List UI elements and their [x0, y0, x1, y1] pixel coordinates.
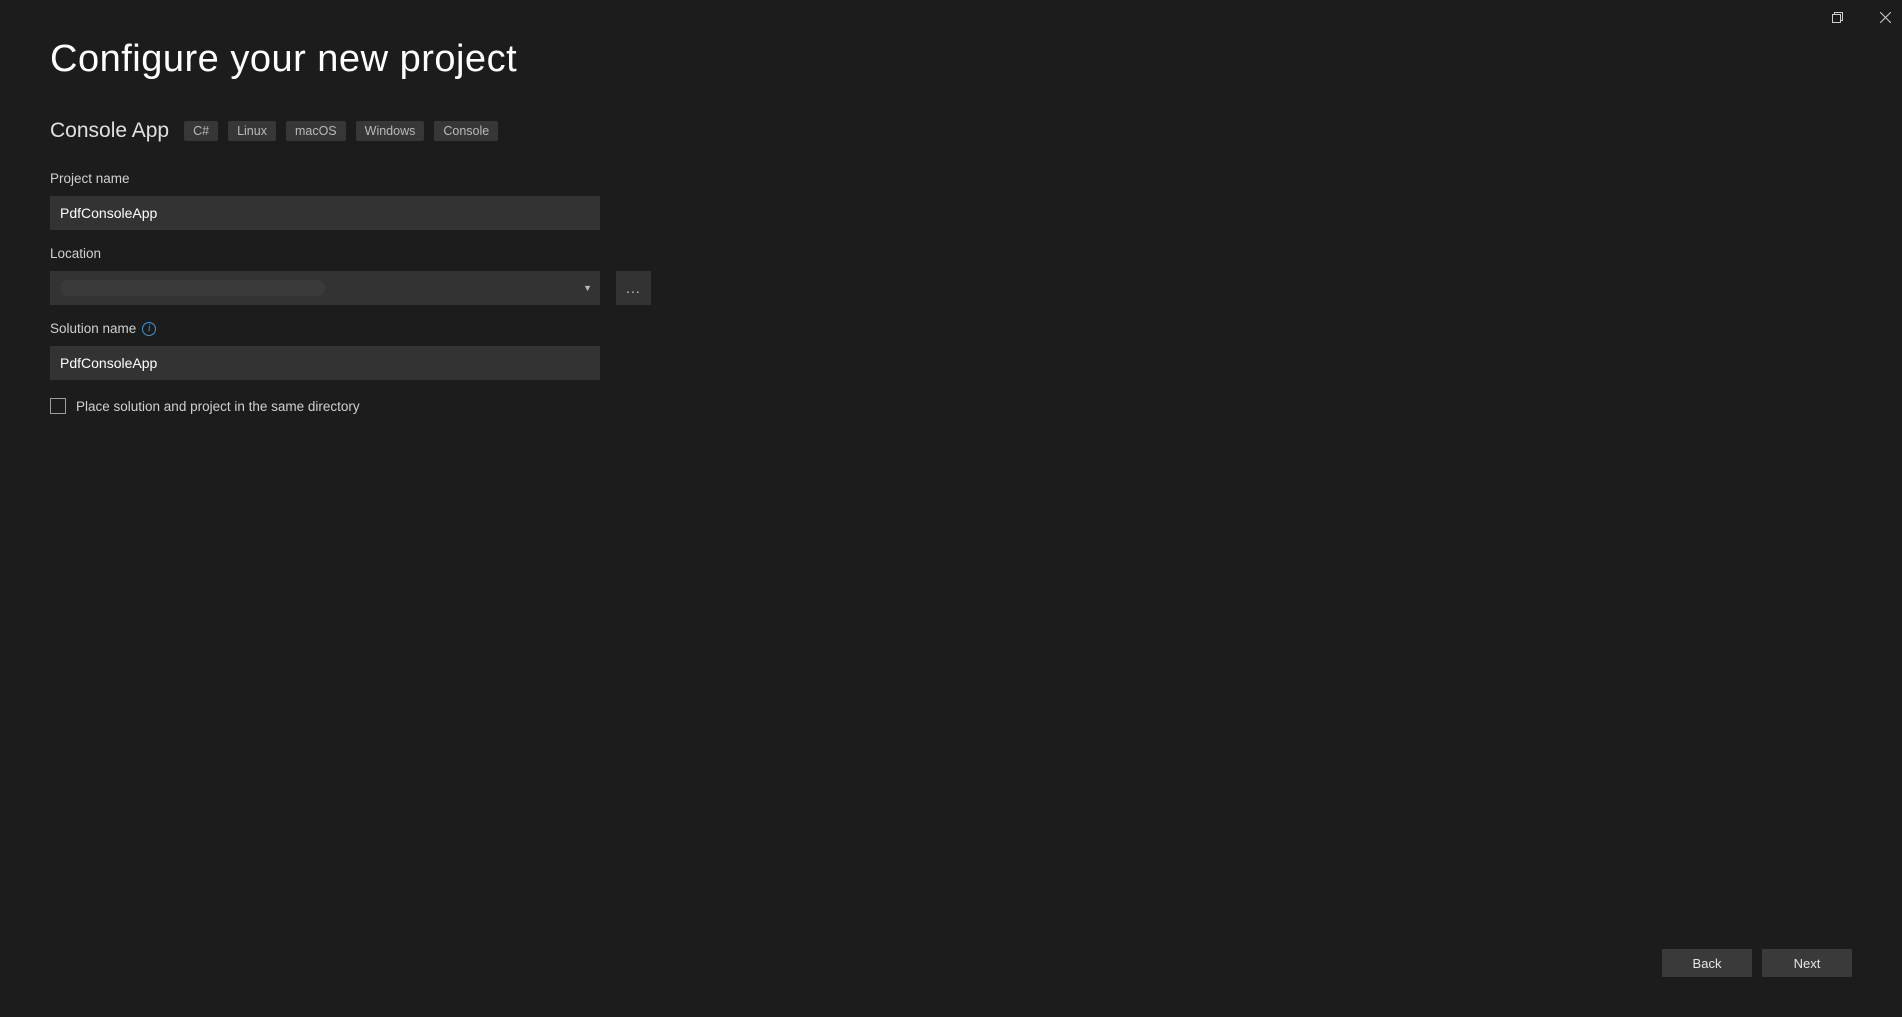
tag-console: Console — [434, 121, 498, 141]
maximize-icon[interactable] — [1828, 8, 1846, 26]
tag-csharp: C# — [184, 121, 218, 141]
project-form: Project name Location ▼ ... Solution nam… — [50, 171, 690, 414]
tag-linux: Linux — [228, 121, 276, 141]
location-dropdown[interactable]: ▼ — [50, 271, 600, 305]
location-field: Location ▼ ... — [50, 246, 690, 305]
template-header: Console App C# Linux macOS Windows Conso… — [50, 119, 1852, 143]
chevron-down-icon: ▼ — [583, 283, 592, 293]
tag-macos: macOS — [286, 121, 346, 141]
window-controls — [1828, 8, 1894, 26]
same-directory-checkbox[interactable] — [50, 398, 66, 414]
template-tags: C# Linux macOS Windows Console — [184, 121, 498, 141]
same-directory-label: Place solution and project in the same d… — [76, 399, 360, 414]
close-icon[interactable] — [1876, 8, 1894, 26]
main-content: Configure your new project Console App C… — [0, 0, 1902, 414]
solution-name-field: Solution name i — [50, 321, 690, 380]
project-name-label: Project name — [50, 171, 130, 186]
solution-name-input[interactable] — [50, 346, 600, 380]
next-button[interactable]: Next — [1762, 949, 1852, 977]
browse-location-button[interactable]: ... — [616, 271, 651, 305]
page-title: Configure your new project — [50, 38, 1852, 81]
solution-name-label: Solution name — [50, 321, 136, 336]
info-icon[interactable]: i — [142, 322, 156, 336]
back-button[interactable]: Back — [1662, 949, 1752, 977]
footer-nav: Back Next — [1662, 949, 1852, 977]
template-name: Console App — [50, 119, 169, 143]
project-name-field: Project name — [50, 171, 690, 230]
location-value-redacted — [60, 280, 325, 296]
project-name-input[interactable] — [50, 196, 600, 230]
same-directory-row: Place solution and project in the same d… — [50, 398, 690, 414]
tag-windows: Windows — [356, 121, 425, 141]
location-label: Location — [50, 246, 101, 261]
